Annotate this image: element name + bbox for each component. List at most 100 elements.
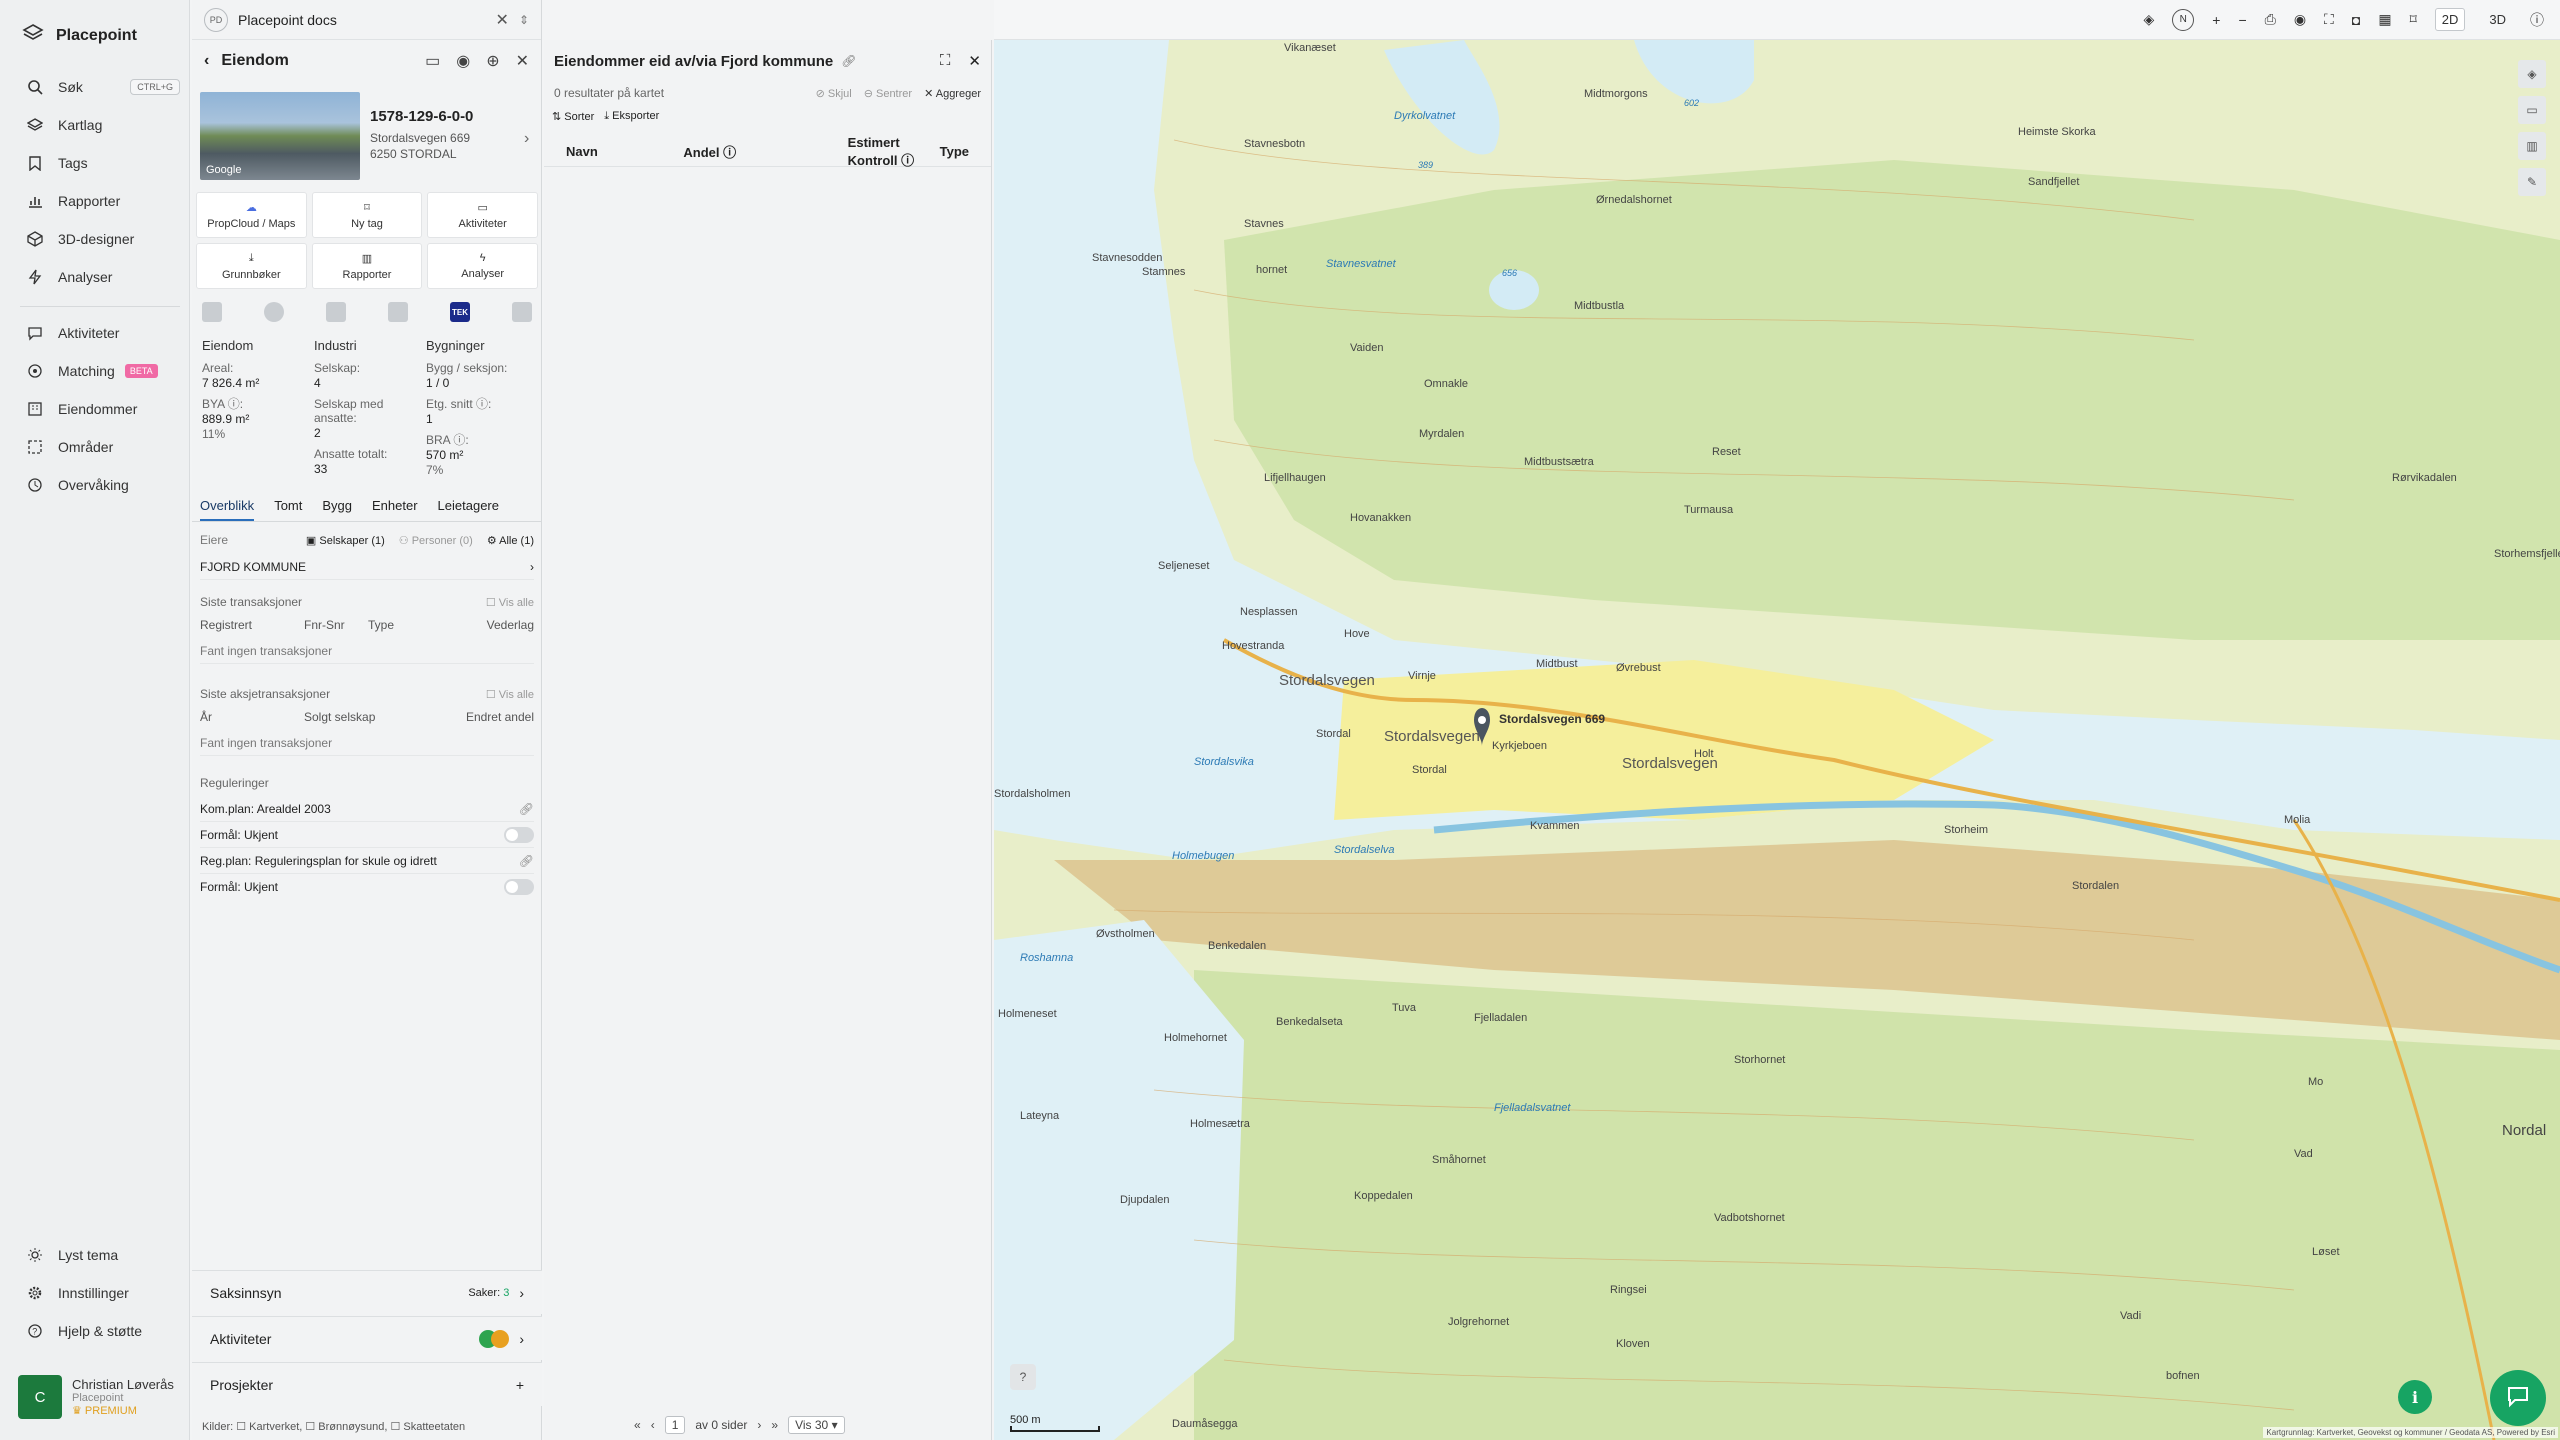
info-icon[interactable]: ⓘ xyxy=(2530,10,2544,30)
show-all-link[interactable]: ☐ Vis alle xyxy=(486,596,534,609)
zoom-in-icon[interactable]: + xyxy=(2212,12,2220,28)
nav-item-properties[interactable]: Eiendommer xyxy=(26,400,176,418)
grid-icon[interactable]: ▦ xyxy=(2378,11,2391,28)
link-icon[interactable]: 🔗︎ xyxy=(841,54,856,68)
zoom-out-icon[interactable]: − xyxy=(2238,12,2246,28)
source-logo[interactable] xyxy=(388,302,408,322)
chevron-updown-icon[interactable]: ⇕ xyxy=(519,13,529,27)
property-photo[interactable]: Google xyxy=(200,92,360,180)
link-icon[interactable]: 🔗︎ xyxy=(519,854,534,868)
expand-icon[interactable]: ⛶ xyxy=(940,52,951,70)
source-logo[interactable] xyxy=(512,302,532,322)
ruler-icon[interactable]: ▭ xyxy=(2518,96,2546,124)
analyses-button[interactable]: ϟ Analyser xyxy=(427,243,538,289)
close-icon[interactable]: ✕ xyxy=(516,51,529,71)
column-header[interactable]: Type xyxy=(940,144,969,159)
layers-stack-icon[interactable]: ◈ xyxy=(2143,11,2154,28)
nav-item-reports[interactable]: Rapporter xyxy=(26,192,176,210)
back-icon[interactable]: ‹ xyxy=(204,52,209,70)
plan-row[interactable]: Kom.plan: Arealdel 2003 🔗︎ xyxy=(200,796,534,822)
nav-item-search[interactable]: Søk CTRL+G xyxy=(26,78,180,96)
bookmark-icon[interactable]: ⌑ xyxy=(2410,11,2417,28)
fullscreen-icon[interactable]: ⛶ xyxy=(2324,11,2334,28)
export-button[interactable]: ⤓ Eksporter xyxy=(604,110,659,123)
purpose-toggle[interactable] xyxy=(504,879,534,895)
close-icon[interactable]: ✕ xyxy=(968,52,981,70)
print-icon[interactable]: ⎙ xyxy=(2265,11,2276,28)
nav-label: Analyser xyxy=(58,269,113,285)
filter-companies[interactable]: ▣ Selskaper (1) xyxy=(306,534,385,547)
mode-2d-button[interactable]: 2D xyxy=(2434,8,2466,31)
cases-accordion[interactable]: Saksinnsyn Saker: 3 › xyxy=(192,1270,542,1314)
draw-icon[interactable]: ✎ xyxy=(2518,168,2546,196)
tab-units[interactable]: Enheter xyxy=(372,498,418,521)
nav-item-matching[interactable]: Matching BETA xyxy=(26,362,176,380)
sort-button[interactable]: ⇅ Sorter xyxy=(552,110,594,123)
eye-icon[interactable]: ◉ xyxy=(2294,11,2306,28)
link-icon[interactable]: 🔗︎ xyxy=(519,802,534,816)
chart-icon[interactable]: ▥ xyxy=(2518,132,2546,160)
eye-icon[interactable]: ◉ xyxy=(456,51,470,71)
page-input[interactable]: 1 xyxy=(664,1416,686,1434)
close-icon[interactable]: ✕ xyxy=(496,10,509,30)
compass-icon[interactable]: N xyxy=(2172,8,2195,31)
map-canvas[interactable]: Stordalsvegen 669 Stordalsvegen Stordals… xyxy=(994,40,2560,1440)
source-logo[interactable] xyxy=(326,302,346,322)
tab-buildings[interactable]: Bygg xyxy=(322,498,352,521)
nav-item-help[interactable]: ? Hjelp & støtte xyxy=(26,1322,176,1340)
tab-overview[interactable]: Overblikk xyxy=(200,498,255,521)
projects-accordion[interactable]: Prosjekter + xyxy=(192,1362,542,1406)
activities-button[interactable]: ▭ Aktiviteter xyxy=(427,192,538,238)
tek-logo[interactable]: TEK xyxy=(450,302,470,322)
nav-item-activities[interactable]: Aktiviteter xyxy=(26,324,176,342)
mode-3d-button[interactable]: 3D xyxy=(2483,9,2512,30)
page-size-select[interactable]: Vis 30 ▾ xyxy=(788,1416,845,1434)
layers-tool-icon[interactable]: ◈ xyxy=(2518,60,2546,88)
reports-button[interactable]: ▥ Rapporter xyxy=(311,243,423,289)
center-button[interactable]: ⊖ Sentrer xyxy=(864,87,912,100)
filter-all[interactable]: ⚙ Alle (1) xyxy=(487,534,534,547)
aggregate-button[interactable]: ✕ Aggreger xyxy=(924,87,981,100)
nav-item-monitoring[interactable]: Overvåking xyxy=(26,476,176,494)
propcloud-button[interactable]: ☁ PropCloud / Maps xyxy=(196,192,307,238)
next-page-icon[interactable]: › xyxy=(757,1418,761,1432)
owner-row[interactable]: FJORD KOMMUNE › xyxy=(200,554,534,580)
hide-button[interactable]: ⊘ Skjul xyxy=(816,87,852,100)
target-icon[interactable]: ⊕ xyxy=(486,51,499,71)
property-address[interactable]: 1578-129-6-0-0 Stordalsvegen 669 6250 ST… xyxy=(370,108,473,161)
filter-persons[interactable]: ⚇ Personer (0) xyxy=(399,534,473,547)
nav-item-tags[interactable]: Tags xyxy=(26,154,176,172)
column-header[interactable]: Estimert Kontroll ⓘ xyxy=(848,135,940,169)
prev-page-icon[interactable]: ‹ xyxy=(651,1418,655,1432)
source-logo[interactable] xyxy=(264,302,284,322)
id-card-icon[interactable]: ▭ xyxy=(425,51,440,71)
plan-row[interactable]: Reg.plan: Reguleringsplan for skule og i… xyxy=(200,848,534,874)
land-registry-button[interactable]: ⤓ Grunnbøker xyxy=(196,243,307,289)
nav-item-areas[interactable]: Områder xyxy=(26,438,176,456)
last-page-icon[interactable]: » xyxy=(771,1418,778,1432)
workspace-tab[interactable]: PD Placepoint docs ✕ ⇕ xyxy=(192,0,541,40)
help-icon[interactable]: ? xyxy=(1010,1364,1036,1390)
first-page-icon[interactable]: « xyxy=(634,1418,641,1432)
chat-button[interactable] xyxy=(2490,1370,2546,1426)
nav-item-analyses[interactable]: Analyser xyxy=(26,268,176,286)
user-profile[interactable]: C Christian Løverås Placepoint ♛ PREMIUM xyxy=(18,1375,174,1419)
purpose-toggle[interactable] xyxy=(504,826,534,843)
tab-tenants[interactable]: Leietagere xyxy=(438,498,499,521)
chevron-right-icon[interactable]: › xyxy=(524,130,529,148)
brand[interactable]: Placepoint xyxy=(22,22,137,49)
info-button[interactable]: i xyxy=(2398,1380,2432,1414)
nav-item-3d-designer[interactable]: 3D-designer xyxy=(26,230,176,248)
column-header[interactable]: Andel ⓘ xyxy=(683,142,847,161)
nav-item-light-theme[interactable]: Lyst tema xyxy=(26,1246,176,1264)
source-logo[interactable] xyxy=(202,302,222,322)
nav-item-layers[interactable]: Kartlag xyxy=(26,116,176,134)
column-header[interactable]: Navn xyxy=(566,144,683,159)
activities-accordion[interactable]: Aktiviteter › xyxy=(192,1316,542,1360)
plus-icon[interactable]: + xyxy=(516,1377,524,1393)
show-all-link[interactable]: ☐ Vis alle xyxy=(486,688,534,701)
tab-lot[interactable]: Tomt xyxy=(274,498,302,521)
new-tag-button[interactable]: ⌑ Ny tag xyxy=(311,192,423,238)
camera-icon[interactable]: ◘ xyxy=(2352,12,2360,28)
nav-item-settings[interactable]: Innstillinger xyxy=(26,1284,176,1302)
